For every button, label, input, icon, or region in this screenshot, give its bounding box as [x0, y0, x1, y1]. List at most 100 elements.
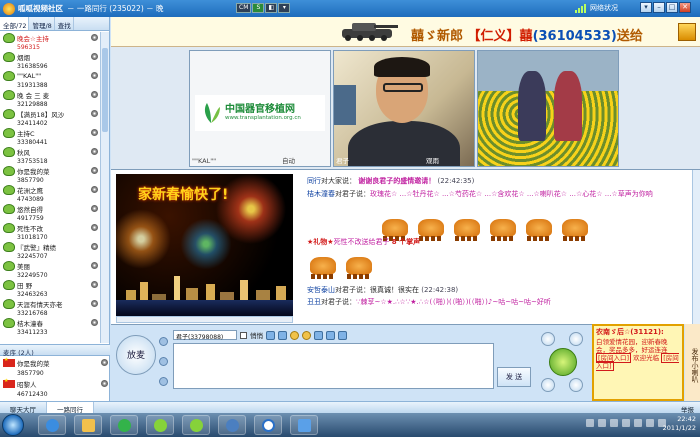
user-name: 天涯有情天亦老 [17, 300, 63, 309]
gear-icon[interactable] [541, 332, 555, 346]
tray-icon [598, 419, 606, 427]
user-id-row: 4917759 [0, 214, 100, 222]
applause-gift-icon [487, 215, 519, 243]
camera-icon[interactable] [91, 34, 98, 41]
camera-icon[interactable] [101, 380, 108, 387]
camera-icon[interactable] [91, 300, 98, 307]
mic-queue-header[interactable]: 麦序 (2人) [0, 344, 110, 357]
taskbar-player[interactable] [110, 415, 138, 435]
user-id: 3857790 [17, 370, 44, 377]
settings-icon[interactable] [159, 376, 168, 386]
chat-scrollbar[interactable] [692, 170, 700, 325]
send-button[interactable]: 发 送 [497, 367, 531, 387]
user-list-item[interactable]: 烟烟 [0, 51, 100, 62]
camera-icon[interactable] [91, 129, 98, 136]
menu-button[interactable]: ▾ [640, 2, 652, 13]
user-list-item[interactable]: 秋风 [0, 146, 100, 157]
camera-icon[interactable] [91, 205, 98, 212]
user-list-item[interactable]: 你是我的菜 [0, 165, 100, 176]
tab-lobby[interactable]: 聊天大厅 [0, 402, 47, 414]
tab-all[interactable]: 全部/72 [0, 17, 30, 30]
video-slot-1[interactable]: 中国器官移植网 www.transplantation.org.cn ""KAL… [189, 50, 331, 167]
room-name: － 一路同行 (235022) － 晚 [67, 4, 164, 13]
user-id: 33753518 [17, 157, 48, 165]
user-list-item[interactable]: 主持C [0, 127, 100, 138]
private-checkbox[interactable] [240, 331, 247, 339]
dropdown-button[interactable]: ▾ [278, 3, 291, 13]
user-list-item[interactable]: 田 野 [0, 279, 100, 290]
video-slot-3[interactable] [477, 50, 619, 167]
mic-volume-icon[interactable] [159, 356, 168, 366]
taskbar-folder[interactable] [74, 415, 102, 435]
camera-icon[interactable] [91, 148, 98, 155]
mic-button[interactable]: 放麦 [116, 335, 156, 375]
image-icon[interactable] [314, 330, 323, 340]
mic-controls [159, 331, 169, 391]
camera-icon[interactable] [91, 262, 98, 269]
camera-icon[interactable] [91, 53, 98, 60]
camera-icon[interactable] [91, 91, 98, 98]
clock[interactable]: 22:42 2011/1/22 [663, 415, 696, 433]
font-icon[interactable] [266, 330, 275, 340]
add-icon[interactable] [569, 332, 583, 346]
taskbar-explorer[interactable] [290, 415, 318, 435]
tab-admin[interactable]: 管理/8 [29, 17, 55, 30]
user-list-item[interactable]: 花洲之鹰 [0, 184, 100, 195]
grid-icon[interactable] [338, 330, 347, 340]
minimize-button[interactable]: – [653, 2, 665, 13]
emoji-icon[interactable] [290, 330, 299, 340]
s-button[interactable]: S [252, 3, 265, 13]
user-list-item[interactable]: 晚 会 三 麦 [0, 89, 100, 100]
cm-button[interactable]: CM [236, 3, 252, 13]
user-list-item[interactable]: 美丽 [0, 260, 100, 271]
user-list-scrollbar[interactable] [100, 32, 109, 343]
avatar-icon [3, 203, 15, 214]
taskbar-ie[interactable] [38, 415, 66, 435]
flower-icon[interactable] [326, 330, 335, 340]
camera-icon[interactable] [91, 319, 98, 326]
maximize-button[interactable]: □ [666, 2, 678, 13]
mic-queue-item[interactable]: 昭黎人 [0, 378, 110, 390]
camera-icon[interactable] [91, 72, 98, 79]
taskbar-app[interactable] [218, 415, 246, 435]
user-list-item[interactable]: 桔木潼春 [0, 317, 100, 328]
close-button[interactable]: ✕ [679, 2, 691, 13]
user-list-item[interactable]: 死性不改 [0, 222, 100, 233]
room-tabs: 聊天大厅 一路同行 举报 [0, 401, 700, 414]
image-scrollbar[interactable] [116, 316, 293, 323]
target-select[interactable]: 君子(33798088) [173, 330, 237, 341]
camera-icon[interactable] [91, 281, 98, 288]
home-icon[interactable] [569, 378, 583, 392]
taskbar-guagua[interactable] [146, 415, 174, 435]
color-icon[interactable] [278, 330, 287, 340]
user-list-item[interactable]: ""KAL"" [0, 70, 100, 81]
video-1-status: 自动 [282, 157, 295, 165]
user-list-item[interactable]: 晚会☆主持 [0, 32, 100, 43]
gift-send-button[interactable] [549, 348, 577, 376]
tab-room[interactable]: 一路同行 [47, 402, 94, 414]
start-button[interactable] [2, 414, 24, 436]
user-list-item[interactable]: 『武警』精绩 [0, 241, 100, 252]
camera-icon[interactable] [91, 224, 98, 231]
shop-icon[interactable] [541, 378, 555, 392]
tab-search[interactable]: 查找 [55, 17, 74, 30]
camera-icon[interactable] [91, 186, 98, 193]
user-list-item[interactable]: 天涯有情天亦老 [0, 298, 100, 309]
mic-queue-item[interactable]: 你是我的菜 [0, 357, 110, 369]
camera-icon[interactable] [91, 243, 98, 250]
user-name: 死性不改 [17, 224, 43, 233]
camera-icon[interactable] [91, 110, 98, 117]
layout-button[interactable]: ◧ [265, 3, 278, 13]
message-input[interactable] [173, 343, 494, 389]
network-status[interactable]: 网络状况 [575, 3, 618, 13]
user-list-item[interactable]: 悠然自得 [0, 203, 100, 214]
taskbar-guagua-2[interactable] [182, 415, 210, 435]
taskbar-sogou[interactable] [254, 415, 282, 435]
user-list-item[interactable]: 【满员18】风沙 [0, 108, 100, 119]
volume-icon[interactable] [159, 336, 168, 346]
emoji2-icon[interactable] [302, 330, 311, 340]
camera-icon[interactable] [91, 167, 98, 174]
video-slot-2[interactable]: 君子 观雨 [333, 50, 475, 167]
camera-icon[interactable] [101, 359, 108, 366]
broadcast-button[interactable]: 发布小喇叭 [685, 324, 700, 401]
